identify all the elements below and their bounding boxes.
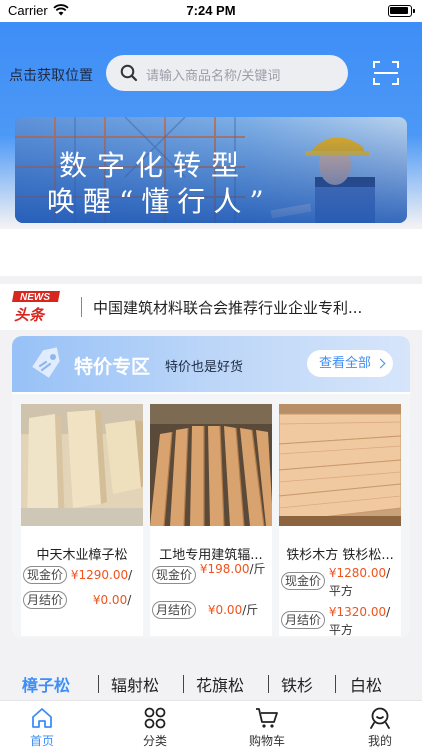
banner-line-2: 唤醒“懂行人”: [47, 185, 272, 218]
blank-section: [0, 229, 422, 276]
view-all-button[interactable]: 查看全部: [307, 350, 393, 377]
tab-profile[interactable]: 我的: [338, 701, 422, 750]
price-tag-icon: [32, 347, 60, 378]
status-bar: Carrier 7:24 PM: [0, 0, 422, 22]
special-offers-header: 特价专区 特价也是好货 查看全部: [12, 336, 410, 392]
grid-icon: [144, 707, 166, 729]
category-tabs: 樟子松 辐射松 花旗松 铁杉 白松: [0, 662, 422, 700]
monthly-price-unit: /斤: [242, 603, 259, 617]
category-tab-zhangzisong[interactable]: 樟子松: [22, 672, 70, 696]
search-input[interactable]: 请输入商品名称/关键词: [146, 65, 280, 84]
product-card[interactable]: 铁杉木方 铁杉松... 现金价 ¥1280.00/平方 月结价 ¥1320.00…: [279, 404, 401, 638]
cash-price-label: 现金价: [152, 566, 197, 584]
tab-home-label: 首页: [29, 734, 54, 748]
monthly-price-label: 月结价: [152, 601, 197, 619]
monthly-price-value: ¥1320.00: [328, 605, 387, 619]
cash-price-row: 现金价 ¥198.00/斤: [152, 560, 266, 584]
news-headline[interactable]: 中国建筑材料联合会推荐行业企业专利...: [93, 297, 398, 318]
search-bar[interactable]: 请输入商品名称/关键词: [106, 55, 348, 91]
cash-price-label: 现金价: [23, 566, 68, 584]
banner-image: 数字化转型 唤醒“懂行人”: [15, 117, 407, 223]
cash-price-value: ¥1290.00: [70, 568, 129, 582]
tab-cart-label: 购物车: [248, 734, 285, 748]
product-image[interactable]: [150, 404, 272, 526]
monthly-price-row: 月结价 ¥0.00/: [23, 591, 131, 609]
scan-icon[interactable]: [372, 59, 400, 87]
monthly-price-unit: /: [127, 593, 132, 607]
monthly-price-label: 月结价: [23, 591, 68, 609]
category-divider: [268, 675, 269, 693]
monthly-price-row: 月结价 ¥0.00/斤: [152, 601, 258, 619]
home-icon: [32, 708, 52, 728]
product-list: 中天木业樟子松 现金价 ¥1290.00/ 月结价 ¥0.00/ 工地专用建筑辐…: [12, 394, 410, 638]
location-button[interactable]: 点击获取位置: [9, 65, 93, 85]
promo-banner[interactable]: 数字化转型 唤醒“懂行人”: [15, 117, 407, 223]
monthly-price-label: 月结价: [281, 611, 326, 629]
app-screen: Carrier 7:24 PM 点击获取位置 请输入商品名称/关键词 数字化转型…: [0, 0, 422, 750]
special-offers-section: 特价专区 特价也是好货 查看全部 中天木业樟子松 现金价 ¥1290.00/ 月…: [12, 336, 410, 638]
monthly-price-row: 月结价 ¥1320.00/平方: [281, 603, 397, 638]
category-divider: [335, 675, 336, 693]
special-offers-title: 特价专区: [74, 356, 151, 378]
status-time: 7:24 PM: [186, 3, 236, 18]
banner-line-1: 数字化转型: [59, 149, 249, 182]
category-tab-fushesong[interactable]: 辐射松: [111, 672, 159, 696]
category-tab-huaqisong[interactable]: 花旗松: [196, 672, 244, 696]
monthly-price-value: ¥0.00: [207, 603, 243, 617]
product-image[interactable]: [279, 404, 401, 526]
tab-cart[interactable]: 购物车: [225, 701, 309, 750]
category-tab-baisong[interactable]: 白松: [350, 672, 382, 696]
cash-price-row: 现金价 ¥1290.00/: [23, 566, 132, 584]
product-image[interactable]: [21, 404, 143, 526]
tab-home[interactable]: 首页: [0, 701, 84, 750]
product-card[interactable]: 中天木业樟子松 现金价 ¥1290.00/ 月结价 ¥0.00/: [21, 404, 143, 636]
category-divider: [183, 675, 184, 693]
tab-category-label: 分类: [142, 734, 167, 748]
monthly-price-value: ¥0.00: [92, 593, 128, 607]
product-card[interactable]: 工地专用建筑辐... 现金价 ¥198.00/斤 月结价 ¥0.00/斤: [150, 404, 272, 636]
bottom-tab-bar: 首页 分类 购物车 我的: [0, 700, 422, 750]
category-tab-tieshan[interactable]: 铁杉: [281, 672, 313, 696]
cash-price-value: ¥198.00: [199, 562, 250, 576]
tab-profile-label: 我的: [367, 734, 392, 748]
product-name[interactable]: 铁杉木方 铁杉松...: [279, 544, 401, 563]
news-divider: [81, 297, 82, 317]
news-logo: NEWS 头条: [12, 291, 60, 322]
battery-icon: [388, 5, 415, 17]
tab-category[interactable]: 分类: [113, 701, 197, 750]
product-name[interactable]: 中天木业樟子松: [21, 544, 143, 563]
news-ticker[interactable]: NEWS 头条 中国建筑材料联合会推荐行业企业专利...: [0, 284, 422, 330]
category-divider: [98, 675, 99, 693]
cash-price-unit: /斤: [249, 562, 266, 576]
header: 点击获取位置 请输入商品名称/关键词 数字化转型 唤醒“懂行人”: [0, 22, 422, 227]
search-icon: [120, 64, 138, 82]
cash-price-unit: /: [128, 568, 133, 582]
cart-icon: [256, 708, 278, 728]
cash-price-label: 现金价: [281, 572, 326, 590]
profile-icon: [370, 707, 390, 729]
special-offers-subtitle: 特价也是好货: [165, 360, 244, 375]
svg-text:NEWS: NEWS: [20, 292, 50, 303]
cash-price-row: 现金价 ¥1280.00/平方: [281, 564, 397, 600]
cash-price-value: ¥1280.00: [328, 566, 387, 580]
svg-text:头条: 头条: [14, 306, 46, 322]
